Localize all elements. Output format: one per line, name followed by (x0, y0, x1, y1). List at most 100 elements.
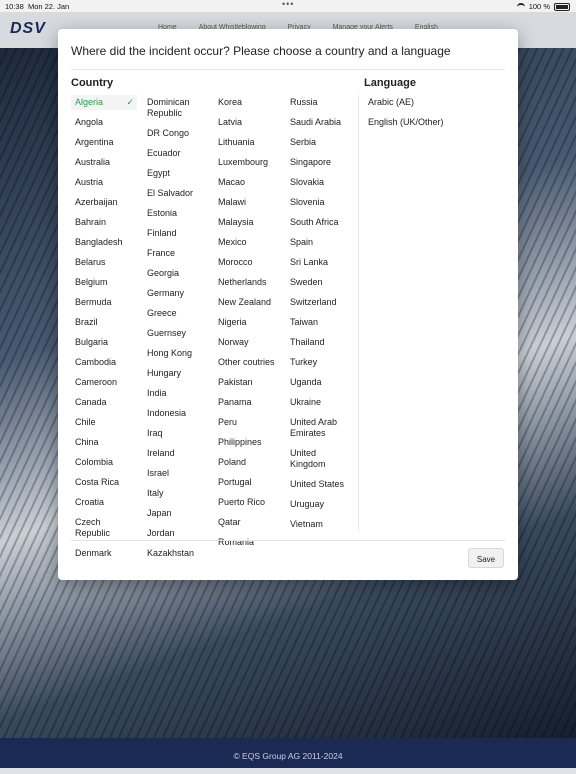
country-option-angola[interactable]: Angola (71, 115, 141, 130)
country-option-saudi-arabia[interactable]: Saudi Arabia (286, 115, 356, 130)
country-option-bulgaria[interactable]: Bulgaria (71, 335, 141, 350)
country-option-uruguay[interactable]: Uruguay (286, 497, 356, 512)
country-option-other-coutries[interactable]: Other coutries (214, 355, 284, 370)
country-option-el-salvador[interactable]: El Salvador (143, 186, 213, 201)
country-option-sweden[interactable]: Sweden (286, 275, 356, 290)
country-option-philippines[interactable]: Philippines (214, 435, 284, 450)
country-option-netherlands[interactable]: Netherlands (214, 275, 284, 290)
country-option-nigeria[interactable]: Nigeria (214, 315, 284, 330)
country-option-estonia[interactable]: Estonia (143, 206, 213, 221)
country-option-azerbaijan[interactable]: Azerbaijan (71, 195, 141, 210)
country-option-czech-republic[interactable]: Czech Republic (71, 515, 141, 541)
country-option-australia[interactable]: Australia (71, 155, 141, 170)
country-option-south-africa[interactable]: South Africa (286, 215, 356, 230)
country-option-russia[interactable]: Russia (286, 95, 356, 110)
save-button[interactable]: Save (468, 548, 504, 568)
country-option-indonesia[interactable]: Indonesia (143, 406, 213, 421)
country-column-2: Dominican Republic DR Congo Ecuador Egypt El… (143, 95, 213, 566)
country-option-slovakia[interactable]: Slovakia (286, 175, 356, 190)
country-option-cambodia[interactable]: Cambodia (71, 355, 141, 370)
country-option-bahrain[interactable]: Bahrain (71, 215, 141, 230)
country-option-united-kingdom[interactable]: United Kingdom (286, 446, 356, 472)
country-option-morocco[interactable]: Morocco (214, 255, 284, 270)
country-option-algeria[interactable]: Algeria ✓ (71, 95, 137, 110)
country-option-japan[interactable]: Japan (143, 506, 213, 521)
dsv-logo[interactable]: DSV (10, 20, 46, 38)
multitasking-dots-icon[interactable]: ••• (282, 0, 294, 9)
country-option-mexico[interactable]: Mexico (214, 235, 284, 250)
country-option-ukraine[interactable]: Ukraine (286, 395, 356, 410)
country-option-croatia[interactable]: Croatia (71, 495, 141, 510)
country-option-malaysia[interactable]: Malaysia (214, 215, 284, 230)
country-option-sri-lanka[interactable]: Sri Lanka (286, 255, 356, 270)
country-option-greece[interactable]: Greece (143, 306, 213, 321)
country-option-romania[interactable]: Romania (214, 535, 284, 550)
language-option-english-uk-other[interactable]: English (UK/Other) (364, 115, 448, 130)
country-option-china[interactable]: China (71, 435, 141, 450)
country-option-united-arab-emirates[interactable]: United Arab Emirates (286, 415, 356, 441)
country-option-united-states[interactable]: United States (286, 477, 356, 492)
country-option-france[interactable]: France (143, 246, 213, 261)
country-option-dominican-republic[interactable]: Dominican Republic (143, 95, 213, 121)
country-option-taiwan[interactable]: Taiwan (286, 315, 356, 330)
country-option-thailand[interactable]: Thailand (286, 335, 356, 350)
country-option-pakistan[interactable]: Pakistan (214, 375, 284, 390)
country-option-canada[interactable]: Canada (71, 395, 141, 410)
status-right: 100 % (516, 2, 570, 11)
country-option-guernsey[interactable]: Guernsey (143, 326, 213, 341)
country-option-puerto-rico[interactable]: Puerto Rico (214, 495, 284, 510)
country-option-poland[interactable]: Poland (214, 455, 284, 470)
country-option-macao[interactable]: Macao (214, 175, 284, 190)
country-option-portugal[interactable]: Portugal (214, 475, 284, 490)
country-option-hungary[interactable]: Hungary (143, 366, 213, 381)
country-option-vietnam[interactable]: Vietnam (286, 517, 356, 532)
country-option-panama[interactable]: Panama (214, 395, 284, 410)
battery-icon (554, 2, 570, 11)
country-language-dialog: Where did the incident occur? Please cho… (58, 29, 518, 580)
language-option-arabic-ae[interactable]: Arabic (AE) (364, 95, 448, 110)
country-option-israel[interactable]: Israel (143, 466, 213, 481)
country-option-new-zealand[interactable]: New Zealand (214, 295, 284, 310)
country-option-colombia[interactable]: Colombia (71, 455, 141, 470)
wifi-icon (516, 2, 525, 11)
country-option-uganda[interactable]: Uganda (286, 375, 356, 390)
country-option-luxembourg[interactable]: Luxembourg (214, 155, 284, 170)
country-option-lithuania[interactable]: Lithuania (214, 135, 284, 150)
country-option-ecuador[interactable]: Ecuador (143, 146, 213, 161)
country-option-belgium[interactable]: Belgium (71, 275, 141, 290)
country-option-denmark[interactable]: Denmark (71, 546, 141, 561)
country-option-brazil[interactable]: Brazil (71, 315, 141, 330)
country-option-india[interactable]: India (143, 386, 213, 401)
country-option-finland[interactable]: Finland (143, 226, 213, 241)
country-option-belarus[interactable]: Belarus (71, 255, 141, 270)
country-option-georgia[interactable]: Georgia (143, 266, 213, 281)
country-option-switzerland[interactable]: Switzerland (286, 295, 356, 310)
country-option-spain[interactable]: Spain (286, 235, 356, 250)
country-option-bangladesh[interactable]: Bangladesh (71, 235, 141, 250)
country-option-korea[interactable]: Korea (214, 95, 284, 110)
country-option-peru[interactable]: Peru (214, 415, 284, 430)
country-option-malawi[interactable]: Malawi (214, 195, 284, 210)
country-option-germany[interactable]: Germany (143, 286, 213, 301)
country-option-austria[interactable]: Austria (71, 175, 141, 190)
country-option-cameroon[interactable]: Cameroon (71, 375, 141, 390)
country-option-slovenia[interactable]: Slovenia (286, 195, 356, 210)
country-option-serbia[interactable]: Serbia (286, 135, 356, 150)
country-option-chile[interactable]: Chile (71, 415, 141, 430)
country-option-bermuda[interactable]: Bermuda (71, 295, 141, 310)
country-option-latvia[interactable]: Latvia (214, 115, 284, 130)
country-option-iraq[interactable]: Iraq (143, 426, 213, 441)
country-option-singapore[interactable]: Singapore (286, 155, 356, 170)
country-option-hong-kong[interactable]: Hong Kong (143, 346, 213, 361)
country-option-turkey[interactable]: Turkey (286, 355, 356, 370)
country-option-jordan[interactable]: Jordan (143, 526, 213, 541)
country-option-costa-rica[interactable]: Costa Rica (71, 475, 141, 490)
country-option-norway[interactable]: Norway (214, 335, 284, 350)
country-option-qatar[interactable]: Qatar (214, 515, 284, 530)
country-option-kazakhstan[interactable]: Kazakhstan (143, 546, 213, 561)
country-option-ireland[interactable]: Ireland (143, 446, 213, 461)
country-option-italy[interactable]: Italy (143, 486, 213, 501)
country-option-argentina[interactable]: Argentina (71, 135, 141, 150)
country-option-egypt[interactable]: Egypt (143, 166, 213, 181)
country-option-dr-congo[interactable]: DR Congo (143, 126, 213, 141)
